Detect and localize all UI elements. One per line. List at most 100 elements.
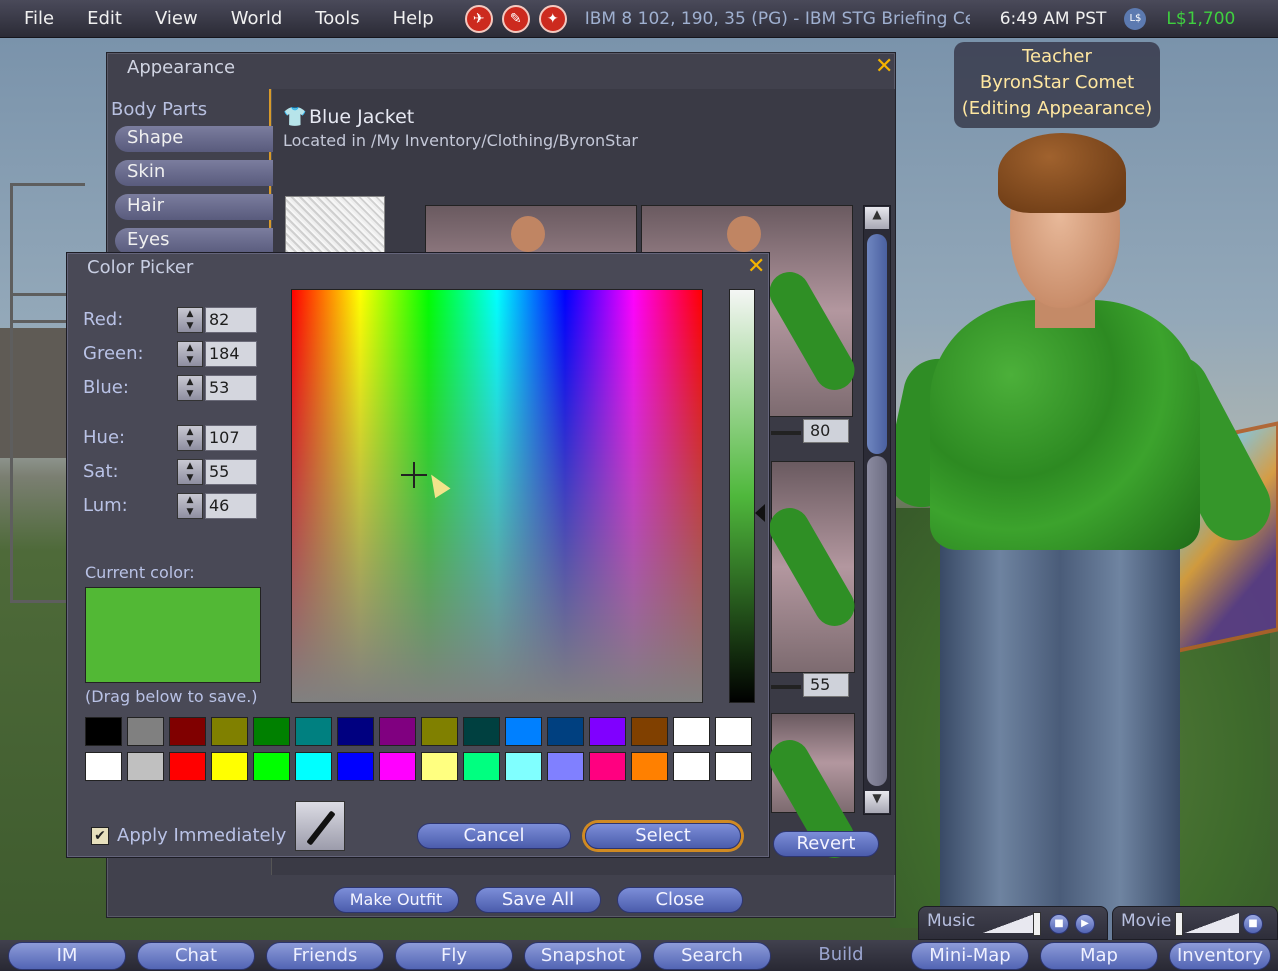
scroll-down-icon[interactable]: ▼ xyxy=(865,791,889,813)
palette-swatch[interactable] xyxy=(337,752,374,781)
palette-swatch[interactable] xyxy=(253,752,290,781)
no-script-icon[interactable]: ✦ xyxy=(538,4,567,33)
palette-swatch[interactable] xyxy=(211,752,248,781)
body-part-hair[interactable]: Hair xyxy=(115,194,273,220)
palette-swatch[interactable] xyxy=(715,752,752,781)
snapshot-button[interactable]: Snapshot xyxy=(524,941,642,970)
palette-swatch[interactable] xyxy=(589,752,626,781)
palette-swatch[interactable] xyxy=(673,717,710,746)
palette-swatch[interactable] xyxy=(253,717,290,746)
body-part-skin[interactable]: Skin xyxy=(115,160,273,186)
sat-input[interactable]: 55 xyxy=(205,459,257,485)
palette-swatch[interactable] xyxy=(505,717,542,746)
search-button[interactable]: Search xyxy=(653,941,771,970)
menu-tools[interactable]: Tools xyxy=(291,8,359,29)
slider-track[interactable] xyxy=(771,431,801,435)
sat-spinner[interactable]: ▲ ▼ xyxy=(177,459,203,485)
map-button[interactable]: Map xyxy=(1040,941,1158,970)
palette-swatch[interactable] xyxy=(547,752,584,781)
hue-input[interactable]: 107 xyxy=(205,425,257,451)
hue-saturation-field[interactable] xyxy=(291,289,703,703)
close-button[interactable]: Close xyxy=(617,887,743,913)
fabric-texture-swatch[interactable] xyxy=(285,196,385,256)
music-volume-knob[interactable] xyxy=(1033,912,1041,936)
palette-swatch[interactable] xyxy=(463,752,500,781)
scroll-thumb[interactable] xyxy=(867,234,887,454)
vertical-scrollbar[interactable]: ▲ ▼ xyxy=(863,205,891,815)
palette-swatch[interactable] xyxy=(295,752,332,781)
menu-view[interactable]: View xyxy=(131,8,198,29)
eyedropper-button[interactable] xyxy=(295,801,345,851)
no-fly-icon[interactable]: ✈ xyxy=(464,4,493,33)
friends-button[interactable]: Friends xyxy=(266,941,384,970)
palette-swatch[interactable] xyxy=(295,717,332,746)
currency-icon[interactable]: L$ xyxy=(1124,7,1147,30)
palette-swatch[interactable] xyxy=(589,717,626,746)
red-input[interactable]: 82 xyxy=(205,307,257,333)
slider-track[interactable] xyxy=(771,685,801,689)
palette-swatch[interactable] xyxy=(211,717,248,746)
cancel-button[interactable]: Cancel xyxy=(417,823,571,849)
mini-map-button[interactable]: Mini-Map xyxy=(911,941,1029,970)
palette-swatch[interactable] xyxy=(463,717,500,746)
green-input[interactable]: 184 xyxy=(205,341,257,367)
luminance-slider[interactable] xyxy=(729,289,755,703)
revert-button[interactable]: Revert xyxy=(773,831,879,857)
palette-swatch[interactable] xyxy=(379,752,416,781)
green-spinner[interactable]: ▲ ▼ xyxy=(177,341,203,367)
palette-swatch[interactable] xyxy=(631,717,668,746)
apply-immediately-checkbox[interactable]: ✔ xyxy=(91,827,109,845)
appearance-title[interactable]: Appearance xyxy=(107,53,895,79)
menu-file[interactable]: File xyxy=(0,8,54,29)
menu-edit[interactable]: Edit xyxy=(63,8,122,29)
palette-swatch[interactable] xyxy=(85,752,122,781)
slider-value[interactable]: 80 xyxy=(803,419,849,443)
preview-thumbnail[interactable] xyxy=(762,461,862,673)
make-outfit-button[interactable]: Make Outfit xyxy=(333,887,459,913)
palette-swatch[interactable] xyxy=(673,752,710,781)
no-build-icon[interactable]: ✎ xyxy=(501,4,530,33)
red-spinner[interactable]: ▲ ▼ xyxy=(177,307,203,333)
palette-swatch[interactable] xyxy=(85,717,122,746)
close-icon[interactable]: ✕ xyxy=(875,56,893,78)
fly-button[interactable]: Fly xyxy=(395,941,513,970)
current-color-swatch[interactable] xyxy=(85,587,261,683)
movie-volume-knob[interactable] xyxy=(1175,912,1183,936)
palette-swatch[interactable] xyxy=(421,717,458,746)
body-part-eyes[interactable]: Eyes xyxy=(115,228,273,254)
body-part-shape[interactable]: Shape xyxy=(115,126,273,152)
slider-value[interactable]: 55 xyxy=(803,673,849,697)
palette-swatch[interactable] xyxy=(379,717,416,746)
music-play-icon[interactable]: ▶ xyxy=(1075,914,1095,934)
palette-swatch[interactable] xyxy=(547,717,584,746)
select-button[interactable]: Select xyxy=(585,823,741,849)
scroll-track[interactable] xyxy=(867,456,887,786)
menu-world[interactable]: World xyxy=(207,8,283,29)
blue-input[interactable]: 53 xyxy=(205,375,257,401)
region-location[interactable]: IBM 8 102, 190, 35 (PG) - IBM STG Briefi… xyxy=(585,9,970,29)
build-button[interactable]: Build xyxy=(782,942,900,970)
palette-swatch[interactable] xyxy=(337,717,374,746)
music-volume-slider[interactable] xyxy=(983,913,1037,933)
scroll-up-icon[interactable]: ▲ xyxy=(865,207,889,229)
palette-swatch[interactable] xyxy=(505,752,542,781)
luminance-pointer-icon[interactable] xyxy=(755,503,765,522)
save-all-button[interactable]: Save All xyxy=(475,887,601,913)
palette-swatch[interactable] xyxy=(169,717,206,746)
close-icon[interactable]: ✕ xyxy=(747,256,765,278)
palette-swatch[interactable] xyxy=(169,752,206,781)
lum-spinner[interactable]: ▲ ▼ xyxy=(177,493,203,519)
menu-help[interactable]: Help xyxy=(369,8,434,29)
palette-swatch[interactable] xyxy=(127,752,164,781)
music-stop-icon[interactable]: ■ xyxy=(1049,914,1069,934)
palette-swatch[interactable] xyxy=(421,752,458,781)
palette-swatch[interactable] xyxy=(127,717,164,746)
hue-spinner[interactable]: ▲ ▼ xyxy=(177,425,203,451)
preview-thumbnail[interactable] xyxy=(762,713,862,866)
movie-volume-slider[interactable] xyxy=(1185,913,1239,933)
blue-spinner[interactable]: ▲ ▼ xyxy=(177,375,203,401)
inventory-button[interactable]: Inventory xyxy=(1169,941,1271,970)
palette-swatch[interactable] xyxy=(631,752,668,781)
color-picker-title[interactable]: Color Picker xyxy=(67,253,769,279)
im-button[interactable]: IM xyxy=(8,941,126,970)
